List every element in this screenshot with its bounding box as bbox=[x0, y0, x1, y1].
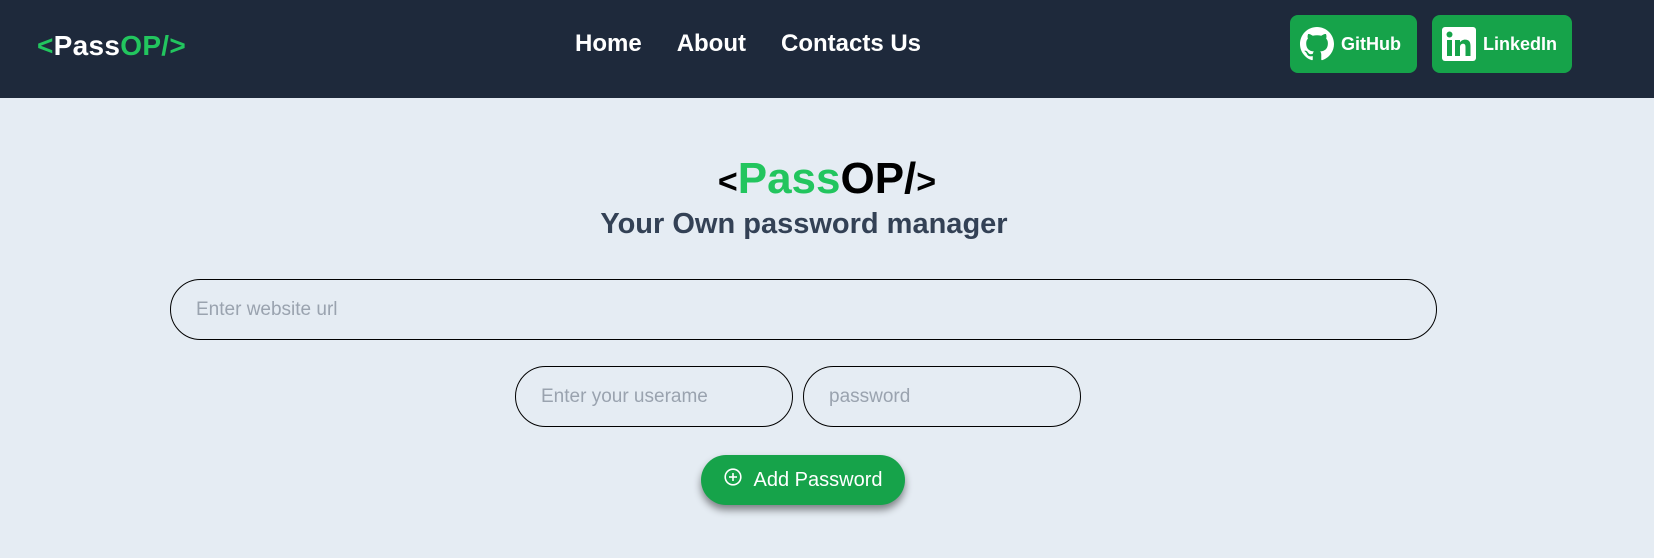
logo-op-text: OP/ bbox=[120, 30, 170, 61]
logo-open-bracket: < bbox=[37, 30, 54, 61]
nav-link-contacts[interactable]: Contacts Us bbox=[781, 30, 921, 58]
github-label: GitHub bbox=[1341, 33, 1401, 54]
add-password-button[interactable]: Add Password bbox=[701, 455, 905, 505]
username-input[interactable] bbox=[515, 366, 793, 427]
logo-close-bracket: > bbox=[169, 30, 187, 61]
brand-logo[interactable]: <PassOP/> bbox=[37, 30, 186, 62]
linkedin-button[interactable]: LinkedIn bbox=[1432, 15, 1572, 73]
nav-links: Home About Contacts Us bbox=[575, 30, 921, 58]
navbar: <PassOP/> Home About Contacts Us GitHub … bbox=[0, 0, 1654, 98]
github-icon bbox=[1300, 27, 1334, 61]
linkedin-label: LinkedIn bbox=[1483, 33, 1558, 54]
hero-logo-open-bracket: < bbox=[717, 163, 738, 201]
nav-link-about[interactable]: About bbox=[677, 30, 746, 58]
page-subtitle: Your Own password manager bbox=[600, 208, 1008, 240]
password-input[interactable] bbox=[803, 366, 1081, 427]
hero-logo-op-text: OP/ bbox=[840, 154, 917, 203]
nav-link-home[interactable]: Home bbox=[575, 30, 642, 58]
hero-logo-pass-text: Pass bbox=[737, 154, 841, 203]
hero-logo-close-bracket: > bbox=[916, 163, 937, 201]
website-url-input[interactable] bbox=[170, 279, 1437, 340]
linkedin-icon bbox=[1442, 27, 1476, 61]
github-button[interactable]: GitHub bbox=[1290, 15, 1417, 73]
plus-circle-icon bbox=[723, 468, 742, 492]
hero-logo: <PassOP/> bbox=[0, 154, 1654, 207]
add-password-label: Add Password bbox=[753, 468, 883, 491]
logo-pass-text: Pass bbox=[53, 30, 121, 61]
